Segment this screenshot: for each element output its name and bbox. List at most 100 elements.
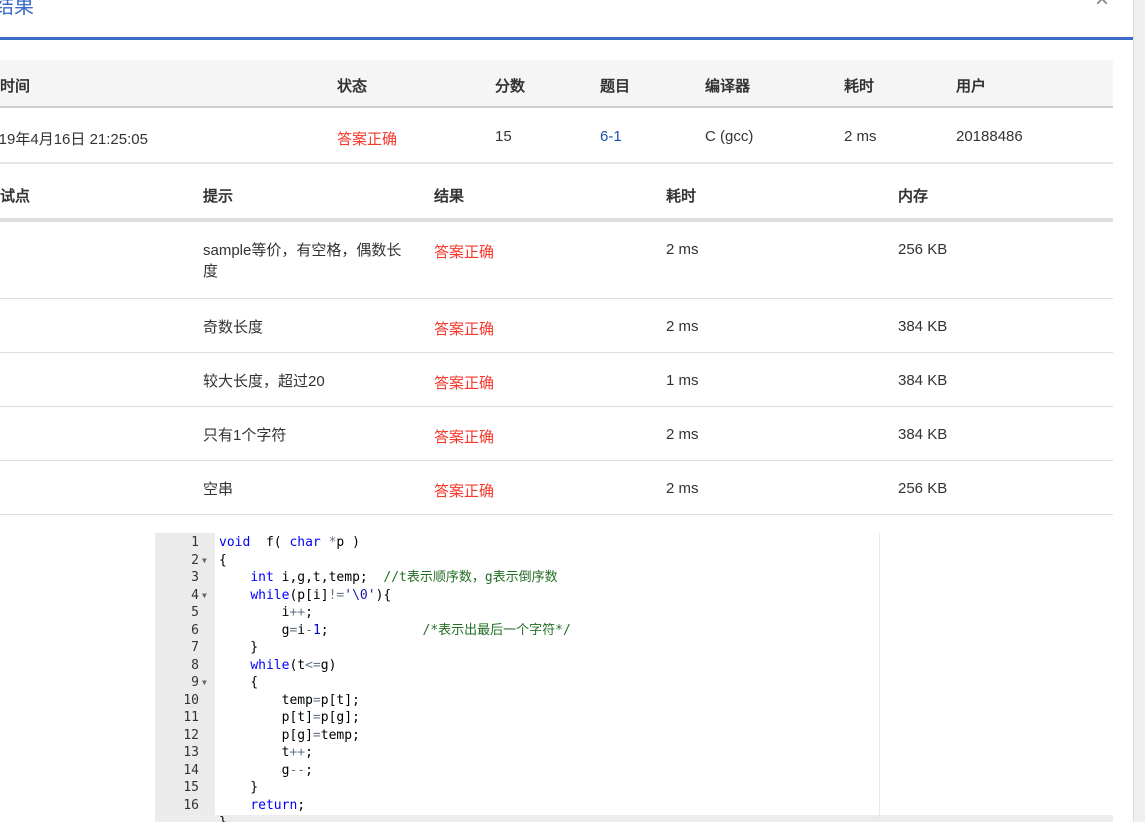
header-user: 用户 xyxy=(956,78,987,95)
code-line: g--; xyxy=(219,762,313,780)
line-number: 11 xyxy=(183,710,199,725)
code-token: ; xyxy=(320,622,423,638)
header-score: 分数 xyxy=(495,78,526,95)
tests-table-header: 测试点 提示 结果 耗时 内存 xyxy=(0,164,1113,222)
code-token: p[t]; xyxy=(320,692,360,708)
code-token: while xyxy=(250,657,290,673)
code-token: f( xyxy=(250,535,290,550)
line-number: 16 xyxy=(183,797,199,813)
code-token: } xyxy=(219,780,259,795)
code-token: p[g] xyxy=(219,727,313,743)
line-number: 2 xyxy=(191,552,199,568)
line-number-gutter: 12▼34▼56789▼1011121314151617 xyxy=(155,533,215,822)
code-line: } xyxy=(219,779,258,797)
test-row: 只有1个字符 答案正确 2 ms 384 KB xyxy=(0,407,1113,461)
elapsed: 2 ms xyxy=(844,128,877,145)
code-token: p[t] xyxy=(219,710,313,725)
code-line: p[t]=p[g]; xyxy=(219,709,360,727)
code-token: = xyxy=(312,727,321,743)
problem-link[interactable]: 6-1 xyxy=(600,128,622,145)
line-number: 12 xyxy=(183,727,199,743)
code-line: while(p[i]!='\0'){ xyxy=(219,587,391,605)
line-number: 10 xyxy=(183,692,199,708)
close-icon[interactable]: × xyxy=(1095,0,1109,14)
test-row: 奇数长度 答案正确 2 ms 384 KB xyxy=(0,299,1113,353)
code-token: /*表示出最后一个字符*/ xyxy=(422,622,571,638)
code-token: != xyxy=(328,587,345,603)
test-memory: 256 KB xyxy=(898,480,948,497)
code-token: { xyxy=(219,552,227,568)
header-problem: 题目 xyxy=(600,78,631,95)
code-token: p[g]; xyxy=(320,710,360,725)
code-token: g xyxy=(219,762,290,778)
summary-table-header: 提交时间 状态 分数 题目 编译器 耗时 用户 xyxy=(0,60,1113,108)
status-badge: 答案正确 xyxy=(337,131,398,148)
fold-arrow-icon[interactable]: ▼ xyxy=(202,678,207,687)
code-token: ; xyxy=(305,605,313,620)
line-number: 5 xyxy=(191,605,199,620)
code-token: return xyxy=(250,797,298,813)
line-number: 14 xyxy=(183,762,199,778)
code-line: g=i-1; /*表示出最后一个字符*/ xyxy=(219,622,571,640)
print-margin xyxy=(879,533,880,822)
header-status: 状态 xyxy=(337,78,368,95)
code-line: { xyxy=(219,674,258,692)
code-token: (t xyxy=(289,657,306,673)
title-divider xyxy=(0,37,1133,40)
code-token: = xyxy=(312,692,321,708)
code-token: temp; xyxy=(320,727,360,743)
header-test-point: 测试点 xyxy=(0,188,31,205)
test-hint: 奇数长度 xyxy=(203,319,264,336)
code-token: t xyxy=(219,745,290,760)
header-hint: 提示 xyxy=(203,188,234,205)
code-token: = xyxy=(312,710,321,725)
test-result: 答案正确 xyxy=(434,244,495,261)
line-number: 8 xyxy=(191,657,199,673)
code-token: i,g,t,temp; xyxy=(273,570,384,585)
code-editor[interactable]: 12▼34▼56789▼1011121314151617 void f( cha… xyxy=(155,533,1113,822)
code-line: t++; xyxy=(219,744,313,762)
line-number: 3 xyxy=(191,570,199,585)
header-time: 耗时 xyxy=(666,188,697,205)
code-token: -- xyxy=(289,762,306,778)
code-token: void xyxy=(219,535,251,550)
test-row: sample等价，有空格，偶数长度 答案正确 2 ms 256 KB xyxy=(0,222,1113,299)
code-token: } xyxy=(219,640,259,655)
header-memory: 内存 xyxy=(898,188,929,205)
scrollbar[interactable] xyxy=(1133,0,1145,822)
test-time: 2 ms xyxy=(666,318,699,335)
code-line: temp=p[t]; xyxy=(219,692,360,710)
code-line: i++; xyxy=(219,604,313,622)
test-row: 空串 答案正确 2 ms 256 KB xyxy=(0,461,1113,515)
header-elapsed: 耗时 xyxy=(844,78,875,95)
code-token: ; xyxy=(297,797,306,813)
test-time: 2 ms xyxy=(666,241,699,258)
summary-row: 2019年4月16日 21:25:05 答案正确 15 6-1 C (gcc) … xyxy=(0,108,1113,164)
test-row: 较大长度，超过20 答案正确 1 ms 384 KB xyxy=(0,353,1113,407)
test-memory: 256 KB xyxy=(898,241,948,258)
code-token: g xyxy=(219,622,290,638)
code-token: } xyxy=(219,815,227,822)
line-number: 9 xyxy=(191,675,199,690)
line-number: 6 xyxy=(191,622,199,638)
test-hint: 较大长度，超过20 xyxy=(203,373,325,390)
test-time: 2 ms xyxy=(666,426,699,443)
code-line: p[g]=temp; xyxy=(219,727,360,745)
test-memory: 384 KB xyxy=(898,372,948,389)
code-token: { xyxy=(219,675,259,690)
test-time: 1 ms xyxy=(666,372,699,389)
header-submit-time: 提交时间 xyxy=(0,78,31,95)
dialog-title: 结果 xyxy=(0,0,34,18)
test-hint: sample等价，有空格，偶数长度 xyxy=(203,242,402,280)
fold-arrow-icon[interactable]: ▼ xyxy=(202,556,207,565)
code-token: ++ xyxy=(289,745,306,760)
code-token: int xyxy=(250,570,274,585)
code-line: } xyxy=(219,639,258,657)
submit-time: 2019年4月16日 21:25:05 xyxy=(0,131,148,148)
test-result: 答案正确 xyxy=(434,321,495,338)
fold-arrow-icon[interactable]: ▼ xyxy=(202,591,207,600)
code-line: return; xyxy=(219,797,305,815)
line-number: 15 xyxy=(183,780,199,795)
